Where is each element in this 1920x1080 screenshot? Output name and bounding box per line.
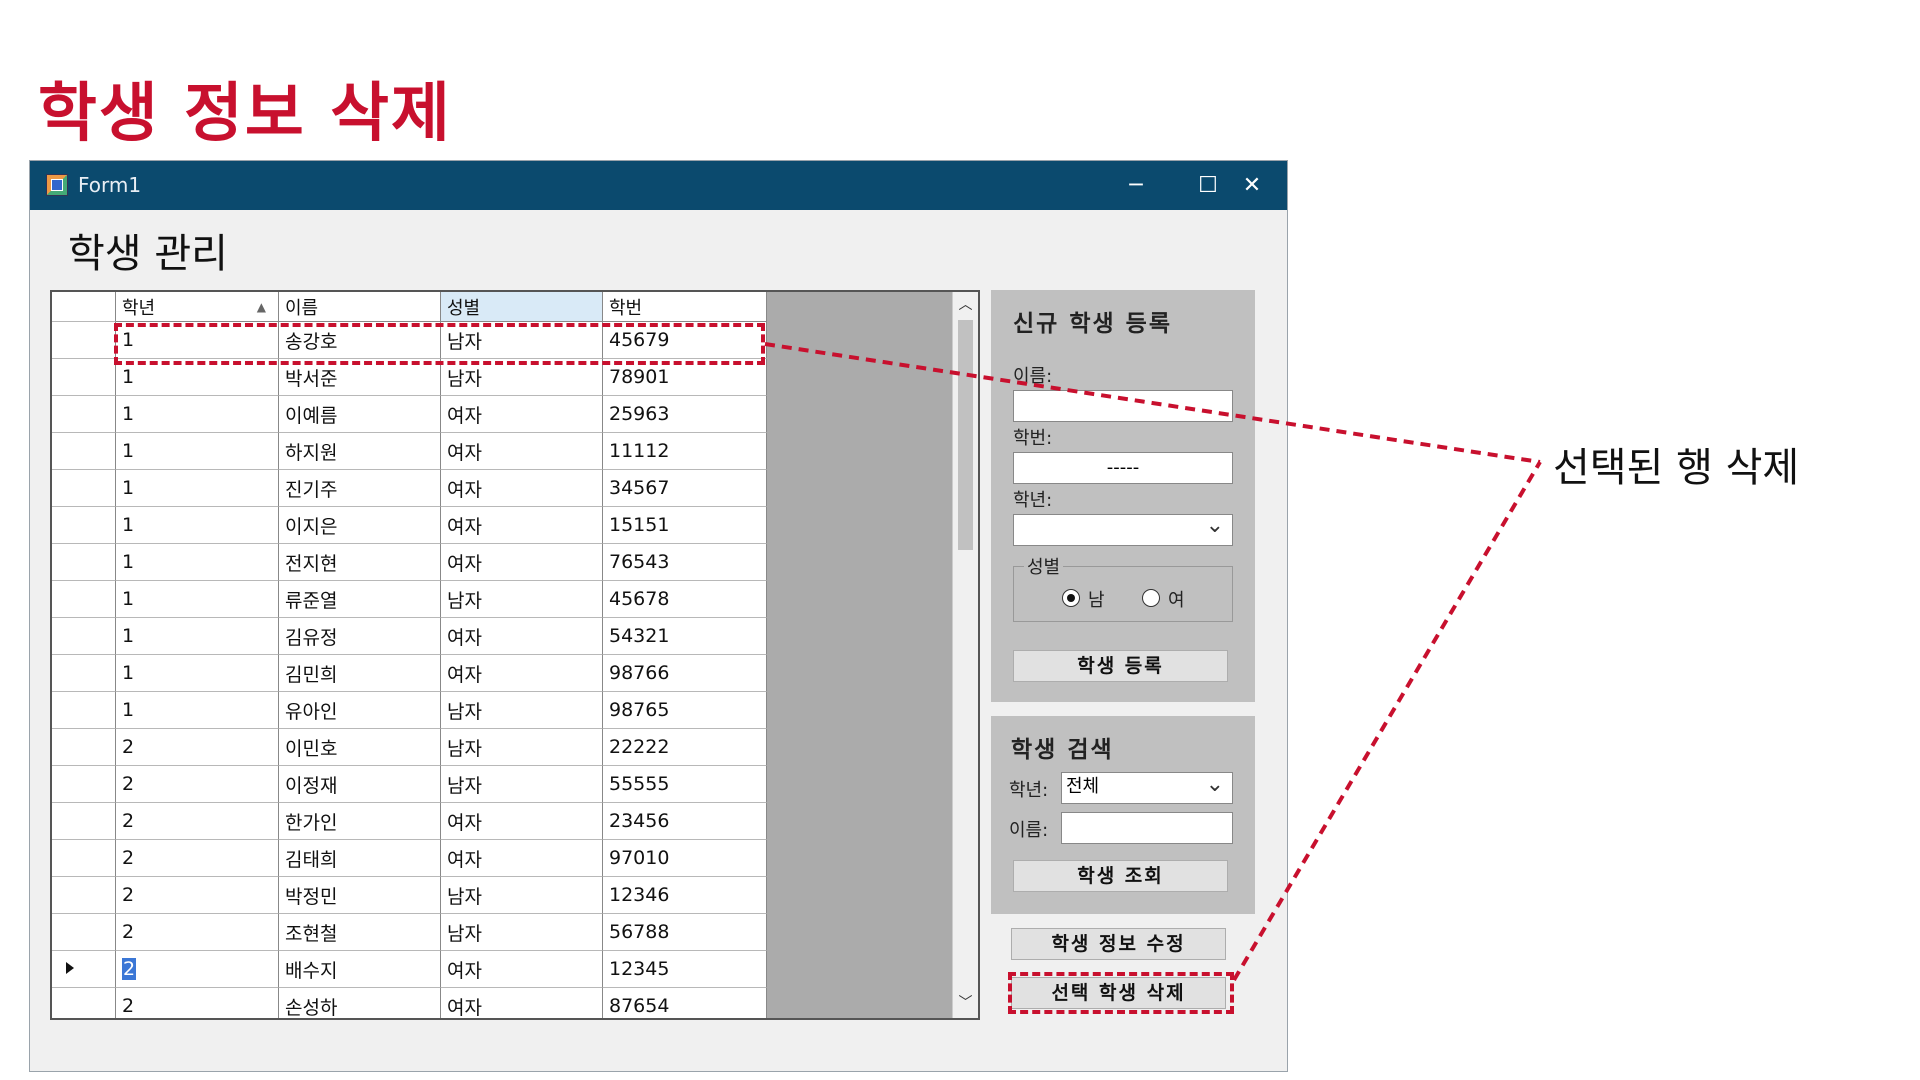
- annotation-label: 선택된 행 삭제: [1553, 445, 1800, 491]
- callout-line-to-row: [764, 342, 1541, 464]
- annotation-callout-lines: [764, 342, 1542, 982]
- callout-line-to-button: [1232, 460, 1542, 982]
